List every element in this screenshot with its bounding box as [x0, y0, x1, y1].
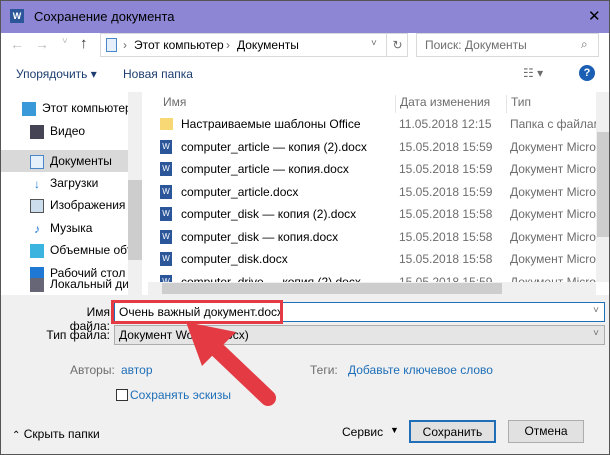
red-arrow-annotation	[186, 322, 276, 406]
